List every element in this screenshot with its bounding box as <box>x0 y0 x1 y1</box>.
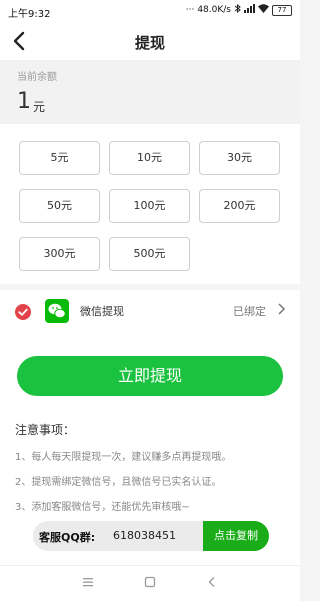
note-item: 2、提现需绑定微信号，且微信号已实名认证。 <box>15 477 222 488</box>
amount-options-grid: 5元 10元 30元 50元 100元 200元 300元 500元 <box>0 124 300 284</box>
status-time: 上午9:32 <box>8 9 51 20</box>
wechat-withdraw-row[interactable]: 微信提现 已绑定 <box>0 290 300 332</box>
copy-button[interactable]: 点击复制 <box>203 521 269 551</box>
amount-option[interactable]: 5元 <box>19 141 100 175</box>
amount-option[interactable]: 500元 <box>109 237 190 271</box>
balance-label: 当前余额 <box>17 72 57 83</box>
wechat-icon <box>45 299 69 323</box>
chevron-right-icon <box>278 303 286 315</box>
amount-option[interactable]: 100元 <box>109 189 190 223</box>
status-bar: 上午9:32 ··· 48.0K/s 77 <box>0 0 300 22</box>
balance-section: 当前余额 1 元 <box>0 60 300 124</box>
qq-group-box: 客服QQ群: 618038451 点击复制 <box>33 521 269 551</box>
balance-amount: 1 <box>17 89 31 114</box>
status-icons: ··· 48.0K/s 77 <box>185 3 292 16</box>
checked-circle-icon[interactable] <box>15 304 31 320</box>
menu-icon[interactable] <box>82 576 94 588</box>
amount-option[interactable]: 30元 <box>199 141 280 175</box>
more-dots-icon: ··· <box>185 5 195 15</box>
system-nav-bar <box>0 565 300 601</box>
signal-icon <box>244 4 255 16</box>
amount-option[interactable]: 300元 <box>19 237 100 271</box>
qq-group-label: 客服QQ群: <box>39 531 96 544</box>
note-item: 3、添加客服微信号，还能优先审核哦~ <box>15 502 190 513</box>
qq-group-number: 618038451 <box>113 529 176 542</box>
wechat-withdraw-label: 微信提现 <box>80 305 124 318</box>
main-content: 立即提现 注意事项： 1、每人每天限提现一次，建议赚多点再提现哦。 2、提现需绑… <box>0 332 300 565</box>
bluetooth-icon <box>234 3 241 16</box>
wifi-icon <box>258 4 269 16</box>
back-nav-icon[interactable] <box>206 576 218 588</box>
note-item: 1、每人每天限提现一次，建议赚多点再提现哦。 <box>15 452 232 463</box>
balance-unit: 元 <box>33 100 46 114</box>
battery-icon: 77 <box>272 4 292 16</box>
amount-option[interactable]: 10元 <box>109 141 190 175</box>
page-title: 提现 <box>134 34 165 52</box>
network-speed: 48.0K/s <box>197 5 231 15</box>
notes-title: 注意事项： <box>15 423 76 437</box>
amount-option[interactable]: 200元 <box>199 189 280 223</box>
nav-bar: 提现 <box>0 22 300 60</box>
withdraw-button[interactable]: 立即提现 <box>17 356 283 396</box>
amount-option[interactable]: 50元 <box>19 189 100 223</box>
bind-status: 已绑定 <box>233 305 266 318</box>
home-icon[interactable] <box>144 576 156 588</box>
